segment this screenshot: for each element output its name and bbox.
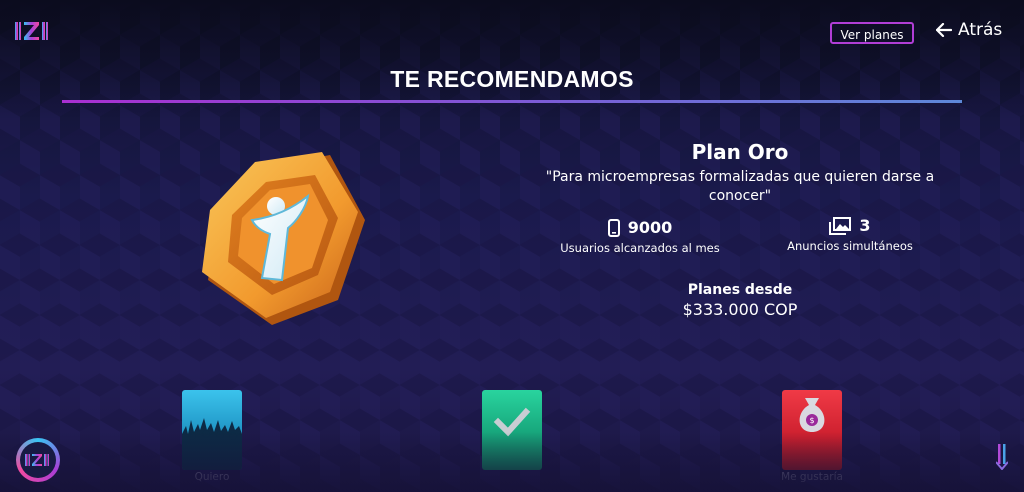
card-label-me-gustaria: Me gustaría	[781, 471, 843, 483]
stat-ads-caption: Anuncios simultáneos	[787, 239, 913, 253]
checkmark-icon	[493, 407, 531, 437]
crowd-icon	[182, 418, 242, 470]
arrow-left-icon	[936, 23, 952, 37]
phone-icon	[607, 218, 620, 237]
plan-quote: "Para microempresas formalizadas que qui…	[545, 169, 935, 204]
ver-planes-button[interactable]: Ver planes	[830, 22, 914, 44]
price-value: $333.000 COP	[682, 300, 798, 319]
page-title: TE RECOMENDAMOS	[390, 66, 634, 92]
back-button[interactable]: Atrás	[936, 20, 1002, 40]
card-quiero[interactable]	[182, 390, 242, 470]
back-label: Atrás	[958, 20, 1003, 40]
stat-ads: 3 Anuncios simultáneos	[770, 216, 930, 253]
plan-badge-icon	[190, 150, 380, 334]
izi-logo-icon	[15, 22, 48, 40]
plan-name: Plan Oro	[691, 140, 789, 164]
izi-logo-small-icon	[25, 454, 49, 466]
images-icon	[829, 216, 852, 235]
card-check[interactable]	[482, 390, 542, 470]
stat-users: 9000 Usuarios alcanzados al mes	[540, 218, 740, 255]
price-label: Planes desde	[687, 282, 793, 298]
izi-logo[interactable]	[14, 20, 52, 42]
card-label-quiero: Quiero	[194, 471, 230, 483]
card-me-gustaria[interactable]: $	[782, 390, 842, 470]
stat-ads-value: 3	[859, 216, 871, 235]
stat-users-caption: Usuarios alcanzados al mes	[560, 241, 720, 255]
stat-users-value: 9000	[627, 218, 673, 237]
title-divider	[62, 100, 962, 103]
scroll-indicator-icon	[995, 442, 1009, 471]
izi-round-logo[interactable]	[16, 438, 60, 482]
money-bag-icon: $	[799, 398, 825, 432]
svg-text:$: $	[809, 416, 814, 425]
